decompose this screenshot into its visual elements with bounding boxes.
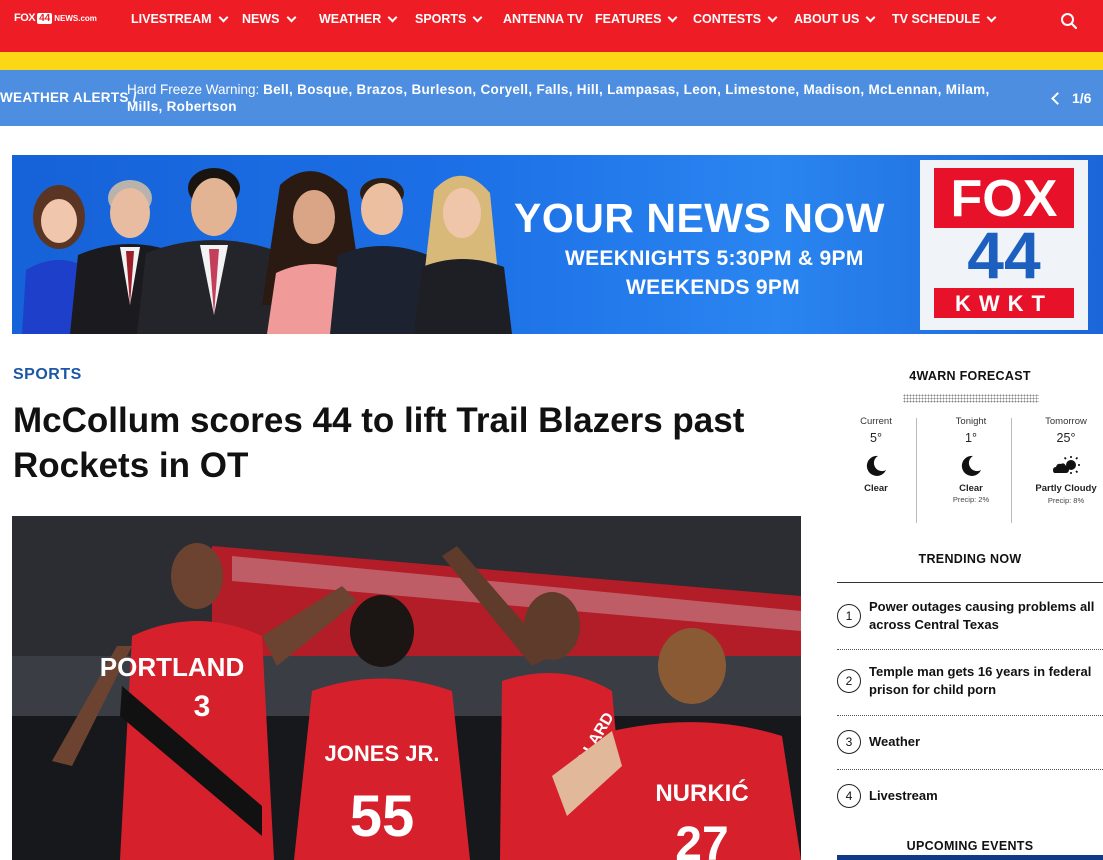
trending-link[interactable]: Weather: [869, 733, 920, 751]
forecast-tomorrow[interactable]: Tomorrow 25° Partly Cloudy Precip: 8%: [1021, 416, 1103, 505]
moon-icon: [926, 451, 1016, 481]
nav-tv-schedule[interactable]: TV SCHEDULE: [892, 12, 997, 26]
nav-weather[interactable]: WEATHER: [319, 12, 398, 26]
chevron-down-icon: [986, 12, 997, 22]
chevron-down-icon: [472, 12, 483, 22]
logo-news-text: NEWS.com: [54, 13, 97, 23]
forecast-tonight[interactable]: Tonight 1° Clear Precip: 2%: [926, 416, 1016, 504]
trending-item-3[interactable]: 3 Weather: [837, 730, 1103, 754]
trending-item-1[interactable]: 1 Power outages causing problems all acr…: [837, 598, 1103, 634]
chevron-down-icon: [767, 12, 778, 22]
forecast-precip: Precip: 2%: [952, 495, 990, 504]
article-section-tag[interactable]: SPORTS: [13, 366, 82, 384]
nav-features[interactable]: FEATURES: [595, 12, 678, 26]
forecast-separator: [916, 418, 917, 523]
trending-link[interactable]: Power outages causing problems all acros…: [869, 598, 1103, 634]
logo-callsign: KWKT: [955, 291, 1053, 316]
alert-type: Hard Freeze Warning:: [127, 82, 260, 97]
banner-weeknights: WEEKNIGHTS 5:30PM & 9PM: [565, 247, 864, 270]
nav-about-us[interactable]: ABOUT US: [794, 12, 876, 26]
top-nav: FOX 44 NEWS.com LIVESTREAM NEWS WEATHER …: [0, 0, 1103, 52]
upcoming-events-title: UPCOMING EVENTS: [906, 839, 1034, 853]
nav-livestream[interactable]: LIVESTREAM: [131, 12, 229, 26]
moon-icon: [831, 451, 921, 481]
forecast-temp: 25°: [1056, 431, 1076, 445]
jersey-name-jones: JONES JR.: [325, 741, 440, 766]
trending-number: 2: [837, 669, 861, 693]
fox44-kwkt-logo: FOX 44 KWKT: [920, 160, 1088, 330]
trending-link[interactable]: Livestream: [869, 787, 938, 805]
chevron-left-icon[interactable]: [1051, 91, 1064, 105]
alert-label: WEATHER ALERTS /: [0, 90, 137, 105]
jersey-name-nurkic: NURKIĆ: [655, 779, 748, 807]
site-logo[interactable]: FOX 44 NEWS.com: [14, 12, 97, 24]
basketball-players-image: PORTLAND 3 JONES JR. 55 LILLARD NURKIĆ 2…: [12, 516, 801, 860]
partly-cloudy-icon: [1021, 451, 1103, 481]
alert-page-count: 1/6: [1072, 90, 1092, 106]
forecast-divider-dots: [903, 394, 1039, 403]
chevron-down-icon: [865, 12, 876, 22]
trending-number: 4: [837, 784, 861, 808]
search-icon[interactable]: [1060, 12, 1078, 30]
logo-44: 44: [967, 218, 1041, 292]
jersey-number-3: 3: [194, 690, 211, 723]
chevron-down-icon: [218, 12, 229, 22]
trending-number: 3: [837, 730, 861, 754]
forecast-current[interactable]: Current 5° Clear: [831, 416, 921, 494]
forecast-temp: 1°: [965, 431, 977, 445]
accent-stripe: [0, 52, 1103, 70]
upcoming-events-bar: [837, 855, 1103, 860]
trending-divider: [837, 649, 1103, 650]
jersey-team-text: PORTLAND: [100, 652, 244, 682]
trending-item-2[interactable]: 2 Temple man gets 16 years in federal pr…: [837, 663, 1103, 699]
nav-news[interactable]: NEWS: [242, 12, 296, 26]
forecast-temp: 5°: [870, 431, 882, 445]
forecast-label: Current: [860, 416, 892, 427]
trending-divider: [837, 715, 1103, 716]
logo-number: 44: [37, 12, 53, 24]
trending-link[interactable]: Temple man gets 16 years in federal pris…: [869, 663, 1103, 699]
jersey-number-55: 55: [350, 784, 415, 849]
jersey-number-27: 27: [675, 818, 728, 860]
nav-sports[interactable]: SPORTS: [415, 12, 483, 26]
weather-alert-bar[interactable]: WEATHER ALERTS / Hard Freeze Warning: Be…: [0, 70, 1103, 126]
trending-divider: [837, 769, 1103, 770]
forecast-label: Tomorrow: [1045, 416, 1087, 427]
forecast-condition: Partly Cloudy: [1035, 483, 1097, 494]
nav-contests[interactable]: CONTESTS: [693, 12, 778, 26]
nav-antenna-tv[interactable]: ANTENNA TV: [503, 12, 583, 26]
forecast-separator: [1011, 418, 1012, 523]
banner-weekends: WEEKENDS 9PM: [626, 276, 800, 299]
chevron-down-icon: [667, 12, 678, 22]
trending-number: 1: [837, 604, 861, 628]
forecast-precip: Precip: 8%: [1047, 496, 1085, 505]
chevron-down-icon: [286, 12, 296, 22]
trending-title: TRENDING NOW: [918, 552, 1022, 566]
chevron-down-icon: [387, 12, 398, 22]
promo-banner[interactable]: YOUR NEWS NOW WEEKNIGHTS 5:30PM & 9PM WE…: [12, 155, 1103, 334]
forecast-condition: Clear: [864, 483, 888, 494]
forecast-label: Tonight: [955, 416, 987, 427]
forecast-title: 4WARN FORECAST: [909, 369, 1031, 383]
alert-text[interactable]: Hard Freeze Warning: Bell, Bosque, Brazo…: [127, 81, 1017, 115]
logo-fox-text: FOX: [14, 12, 36, 24]
article-photo[interactable]: PORTLAND 3 JONES JR. 55 LILLARD NURKIĆ 2…: [12, 516, 801, 860]
alert-pager: 1/6: [1051, 90, 1092, 106]
banner-headline: YOUR NEWS NOW: [514, 195, 885, 241]
article-headline: McCollum scores 44 to lift Trail Blazers…: [13, 401, 745, 485]
trending-item-4[interactable]: 4 Livestream: [837, 784, 1103, 808]
forecast-condition: Clear: [959, 483, 983, 494]
trending-rule: [837, 582, 1103, 583]
anchor-team-image: [22, 168, 512, 334]
